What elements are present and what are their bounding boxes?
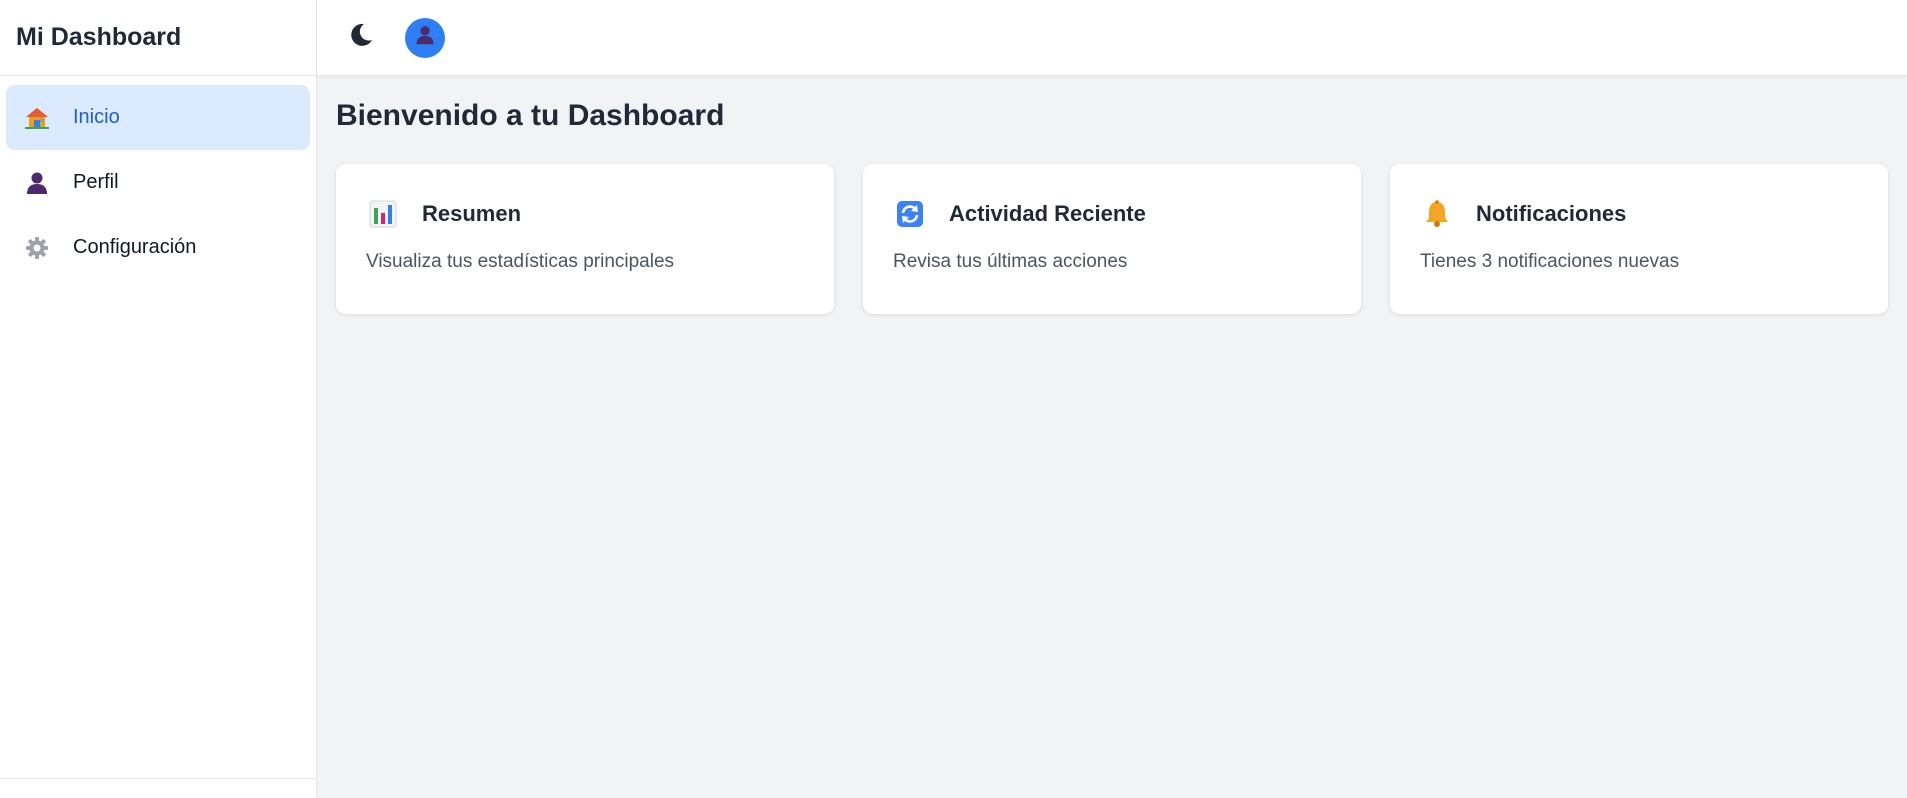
page-title: Bienvenido a tu Dashboard	[336, 99, 725, 132]
sidebar-item-label: Perfil	[73, 171, 119, 193]
card-header: Actividad Reciente	[893, 196, 1331, 232]
refresh-icon	[893, 197, 927, 231]
card-header: Notificaciones	[1420, 196, 1858, 232]
card-header: Resumen	[366, 196, 804, 232]
bar-chart-icon	[366, 197, 400, 231]
sidebar: Mi Dashboard Inicio Perfil Configuración	[0, 0, 317, 798]
brand-header: Mi Dashboard	[0, 0, 316, 76]
card-title: Notificaciones	[1476, 201, 1627, 226]
sidebar-item-perfil[interactable]: Perfil	[6, 150, 310, 215]
main-content: Bienvenido a tu Dashboard Resumen Visual…	[317, 77, 1907, 798]
dashboard-app: Mi Dashboard Inicio Perfil Configuración…	[0, 0, 1907, 798]
app-title: Mi Dashboard	[16, 23, 182, 51]
card-description: Revisa tus últimas acciones	[893, 251, 1128, 272]
card-description: Tienes 3 notificaciones nuevas	[1420, 251, 1680, 272]
card-grid: Resumen Visualiza tus estadísticas princ…	[336, 164, 1888, 314]
sidebar-nav: Inicio Perfil Configuración	[0, 76, 316, 289]
sidebar-item-label: Inicio	[73, 106, 120, 128]
sidebar-item-label: Configuración	[73, 236, 197, 258]
user-silhouette-icon	[414, 24, 436, 51]
moon-icon	[347, 21, 375, 54]
sidebar-item-inicio[interactable]: Inicio	[6, 85, 310, 150]
card-description: Visualiza tus estadísticas principales	[366, 251, 675, 272]
top-bar	[317, 0, 1907, 76]
sidebar-item-configuracion[interactable]: Configuración	[6, 215, 310, 280]
user-avatar-button[interactable]	[405, 17, 445, 58]
theme-toggle-button[interactable]	[343, 20, 379, 56]
card-resumen[interactable]: Resumen Visualiza tus estadísticas princ…	[336, 164, 834, 314]
user-silhouette-icon	[24, 170, 60, 196]
sidebar-footer	[0, 778, 316, 798]
gear-icon	[24, 235, 60, 261]
card-title: Actividad Reciente	[949, 201, 1146, 226]
card-actividad-reciente[interactable]: Actividad Reciente Revisa tus últimas ac…	[863, 164, 1361, 314]
card-title: Resumen	[422, 201, 522, 226]
bell-icon	[1420, 197, 1454, 231]
house-icon	[24, 105, 60, 131]
card-notificaciones[interactable]: Notificaciones Tienes 3 notificaciones n…	[1390, 164, 1888, 314]
